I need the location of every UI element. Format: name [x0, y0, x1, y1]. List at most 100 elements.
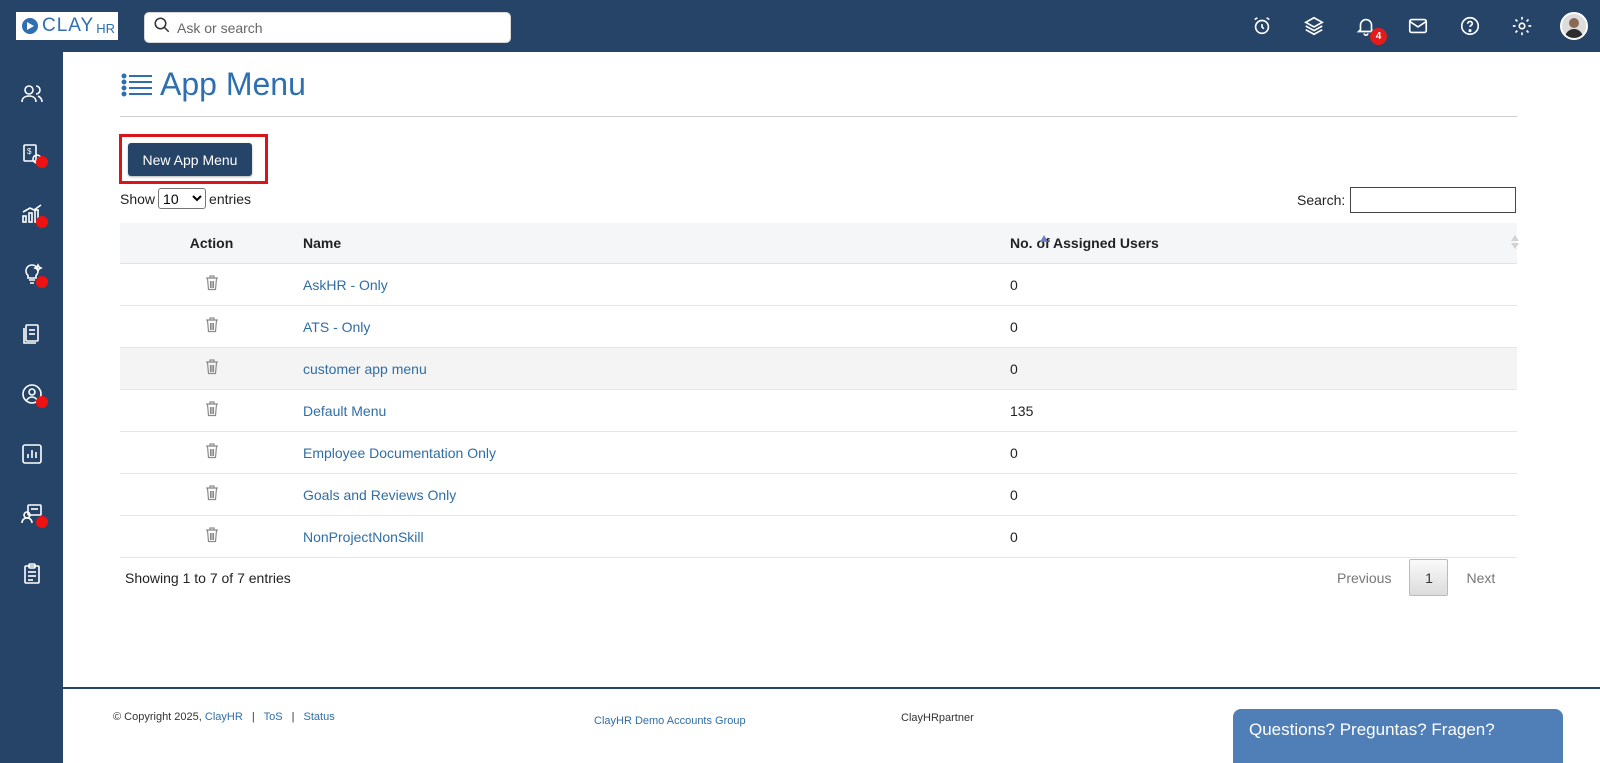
alert-dot [36, 216, 48, 228]
sidebar-item-ideas[interactable] [0, 252, 63, 296]
table-row: Default Menu 135 [120, 390, 1517, 432]
trash-icon[interactable] [205, 359, 219, 378]
previous-page-button[interactable]: Previous [1325, 570, 1403, 586]
app-menu-link[interactable]: Employee Documentation Only [303, 445, 496, 461]
tos-link[interactable]: ToS [264, 711, 283, 723]
main-content: App Menu New App Menu Show 10 25 50 100 … [63, 52, 1600, 702]
user-avatar[interactable] [1548, 0, 1600, 52]
app-menu-link[interactable]: ATS - Only [303, 319, 370, 335]
demo-accounts-group-link[interactable]: ClayHR Demo Accounts Group [594, 715, 746, 727]
name-cell: ATS - Only [303, 319, 1010, 335]
top-bar: CLAY HR 4 [0, 0, 1600, 52]
people-icon [20, 85, 43, 103]
sidebar-item-performance[interactable] [0, 192, 63, 236]
app-menu-link[interactable]: Goals and Reviews Only [303, 487, 456, 503]
table-row: ATS - Only 0 [120, 306, 1517, 348]
table-row: Goals and Reviews Only 0 [120, 474, 1517, 516]
name-cell: Employee Documentation Only [303, 445, 1010, 461]
sidebar: $ [0, 52, 63, 763]
notification-badge: 4 [1370, 28, 1387, 45]
trash-icon[interactable] [205, 317, 219, 336]
name-cell: NonProjectNonSkill [303, 529, 1010, 545]
action-cell [120, 275, 303, 294]
list-icon [121, 73, 152, 96]
assigned-users-cell: 0 [1010, 276, 1018, 293]
global-search-input[interactable] [177, 19, 497, 36]
copyright-text: © Copyright 2025, [113, 711, 202, 723]
new-app-menu-button[interactable]: New App Menu [128, 143, 252, 176]
action-cell [120, 401, 303, 420]
app-menu-link[interactable]: NonProjectNonSkill [303, 529, 424, 545]
column-header-name[interactable]: Name [303, 235, 1010, 251]
action-cell [120, 443, 303, 462]
sidebar-item-training[interactable] [0, 492, 63, 536]
next-page-button[interactable]: Next [1454, 570, 1507, 586]
trash-icon[interactable] [205, 485, 219, 504]
name-cell: Goals and Reviews Only [303, 487, 1010, 503]
column-header-action[interactable]: Action [120, 235, 303, 251]
status-link[interactable]: Status [304, 711, 335, 723]
trash-icon[interactable] [205, 401, 219, 420]
page-title: App Menu [120, 66, 306, 103]
action-cell [120, 317, 303, 336]
table-row: customer app menu 0 [120, 348, 1517, 390]
page-length-select[interactable]: 10 25 50 100 [158, 188, 207, 209]
highlight-frame: New App Menu [119, 134, 268, 184]
table-search-input[interactable] [1350, 187, 1516, 213]
bar-chart-icon [21, 444, 42, 464]
trash-icon[interactable] [205, 443, 219, 462]
help-icon[interactable] [1444, 0, 1496, 52]
alert-dot [36, 276, 48, 288]
footer-separator: | [251, 711, 255, 723]
footer-copyright: © Copyright 2025, ClayHR | ToS | Status [113, 711, 335, 723]
alert-dot [36, 516, 48, 528]
assigned-users-cell: 0 [1010, 360, 1018, 377]
app-menu-link[interactable]: customer app menu [303, 361, 427, 377]
action-cell [120, 527, 303, 546]
sidebar-item-reports[interactable] [0, 432, 63, 476]
avatar [1560, 12, 1588, 40]
svg-text:$: $ [27, 147, 32, 156]
name-cell: AskHR - Only [303, 277, 1010, 293]
top-icon-group: 4 [1236, 0, 1600, 52]
app-menu-link[interactable]: AskHR - Only [303, 277, 388, 293]
mail-icon[interactable] [1392, 0, 1444, 52]
action-cell [120, 359, 303, 378]
clayhr-logo-icon [22, 18, 38, 34]
table-row: NonProjectNonSkill 0 [120, 516, 1517, 558]
alert-dot [36, 396, 48, 408]
show-label: Show [120, 190, 156, 207]
gear-icon[interactable] [1496, 0, 1548, 52]
sort-ascending-icon[interactable] [1040, 235, 1048, 242]
sidebar-item-tasks[interactable] [0, 552, 63, 596]
column-header-assigned-users[interactable]: No. of Assigned Users [1010, 235, 1517, 251]
page-1-button[interactable]: 1 [1409, 559, 1449, 596]
assigned-users-cell: 0 [1010, 444, 1018, 461]
sidebar-item-documents[interactable] [0, 312, 63, 356]
assigned-users-cell: 135 [1010, 402, 1034, 419]
trash-icon[interactable] [205, 527, 219, 546]
clayhr-logo[interactable]: CLAY HR [16, 12, 118, 40]
table-row: Employee Documentation Only 0 [120, 432, 1517, 474]
documents-icon [22, 324, 39, 344]
bell-icon[interactable]: 4 [1340, 0, 1392, 52]
sidebar-item-people[interactable] [0, 72, 63, 116]
trash-icon[interactable] [205, 275, 219, 294]
name-cell: Default Menu [303, 403, 1010, 419]
sidebar-item-profile[interactable] [0, 372, 63, 416]
assigned-users-cell: 0 [1010, 318, 1018, 335]
app-menu-link[interactable]: Default Menu [303, 403, 386, 419]
entries-label: entries [209, 190, 252, 207]
action-cell [120, 485, 303, 504]
help-chat-tab[interactable]: Questions? Preguntas? Fragen? [1233, 709, 1563, 763]
alarm-clock-icon[interactable] [1236, 0, 1288, 52]
sidebar-item-payroll[interactable]: $ [0, 132, 63, 176]
clayhr-link[interactable]: ClayHR [205, 711, 243, 723]
global-search[interactable] [144, 12, 511, 43]
assigned-users-cell: 0 [1010, 486, 1018, 503]
page-length-control: Show 10 25 50 100 entries [120, 188, 251, 209]
page-title-text: App Menu [160, 66, 306, 102]
alert-dot [36, 156, 48, 168]
layers-icon[interactable] [1288, 0, 1340, 52]
title-divider [120, 116, 1517, 117]
